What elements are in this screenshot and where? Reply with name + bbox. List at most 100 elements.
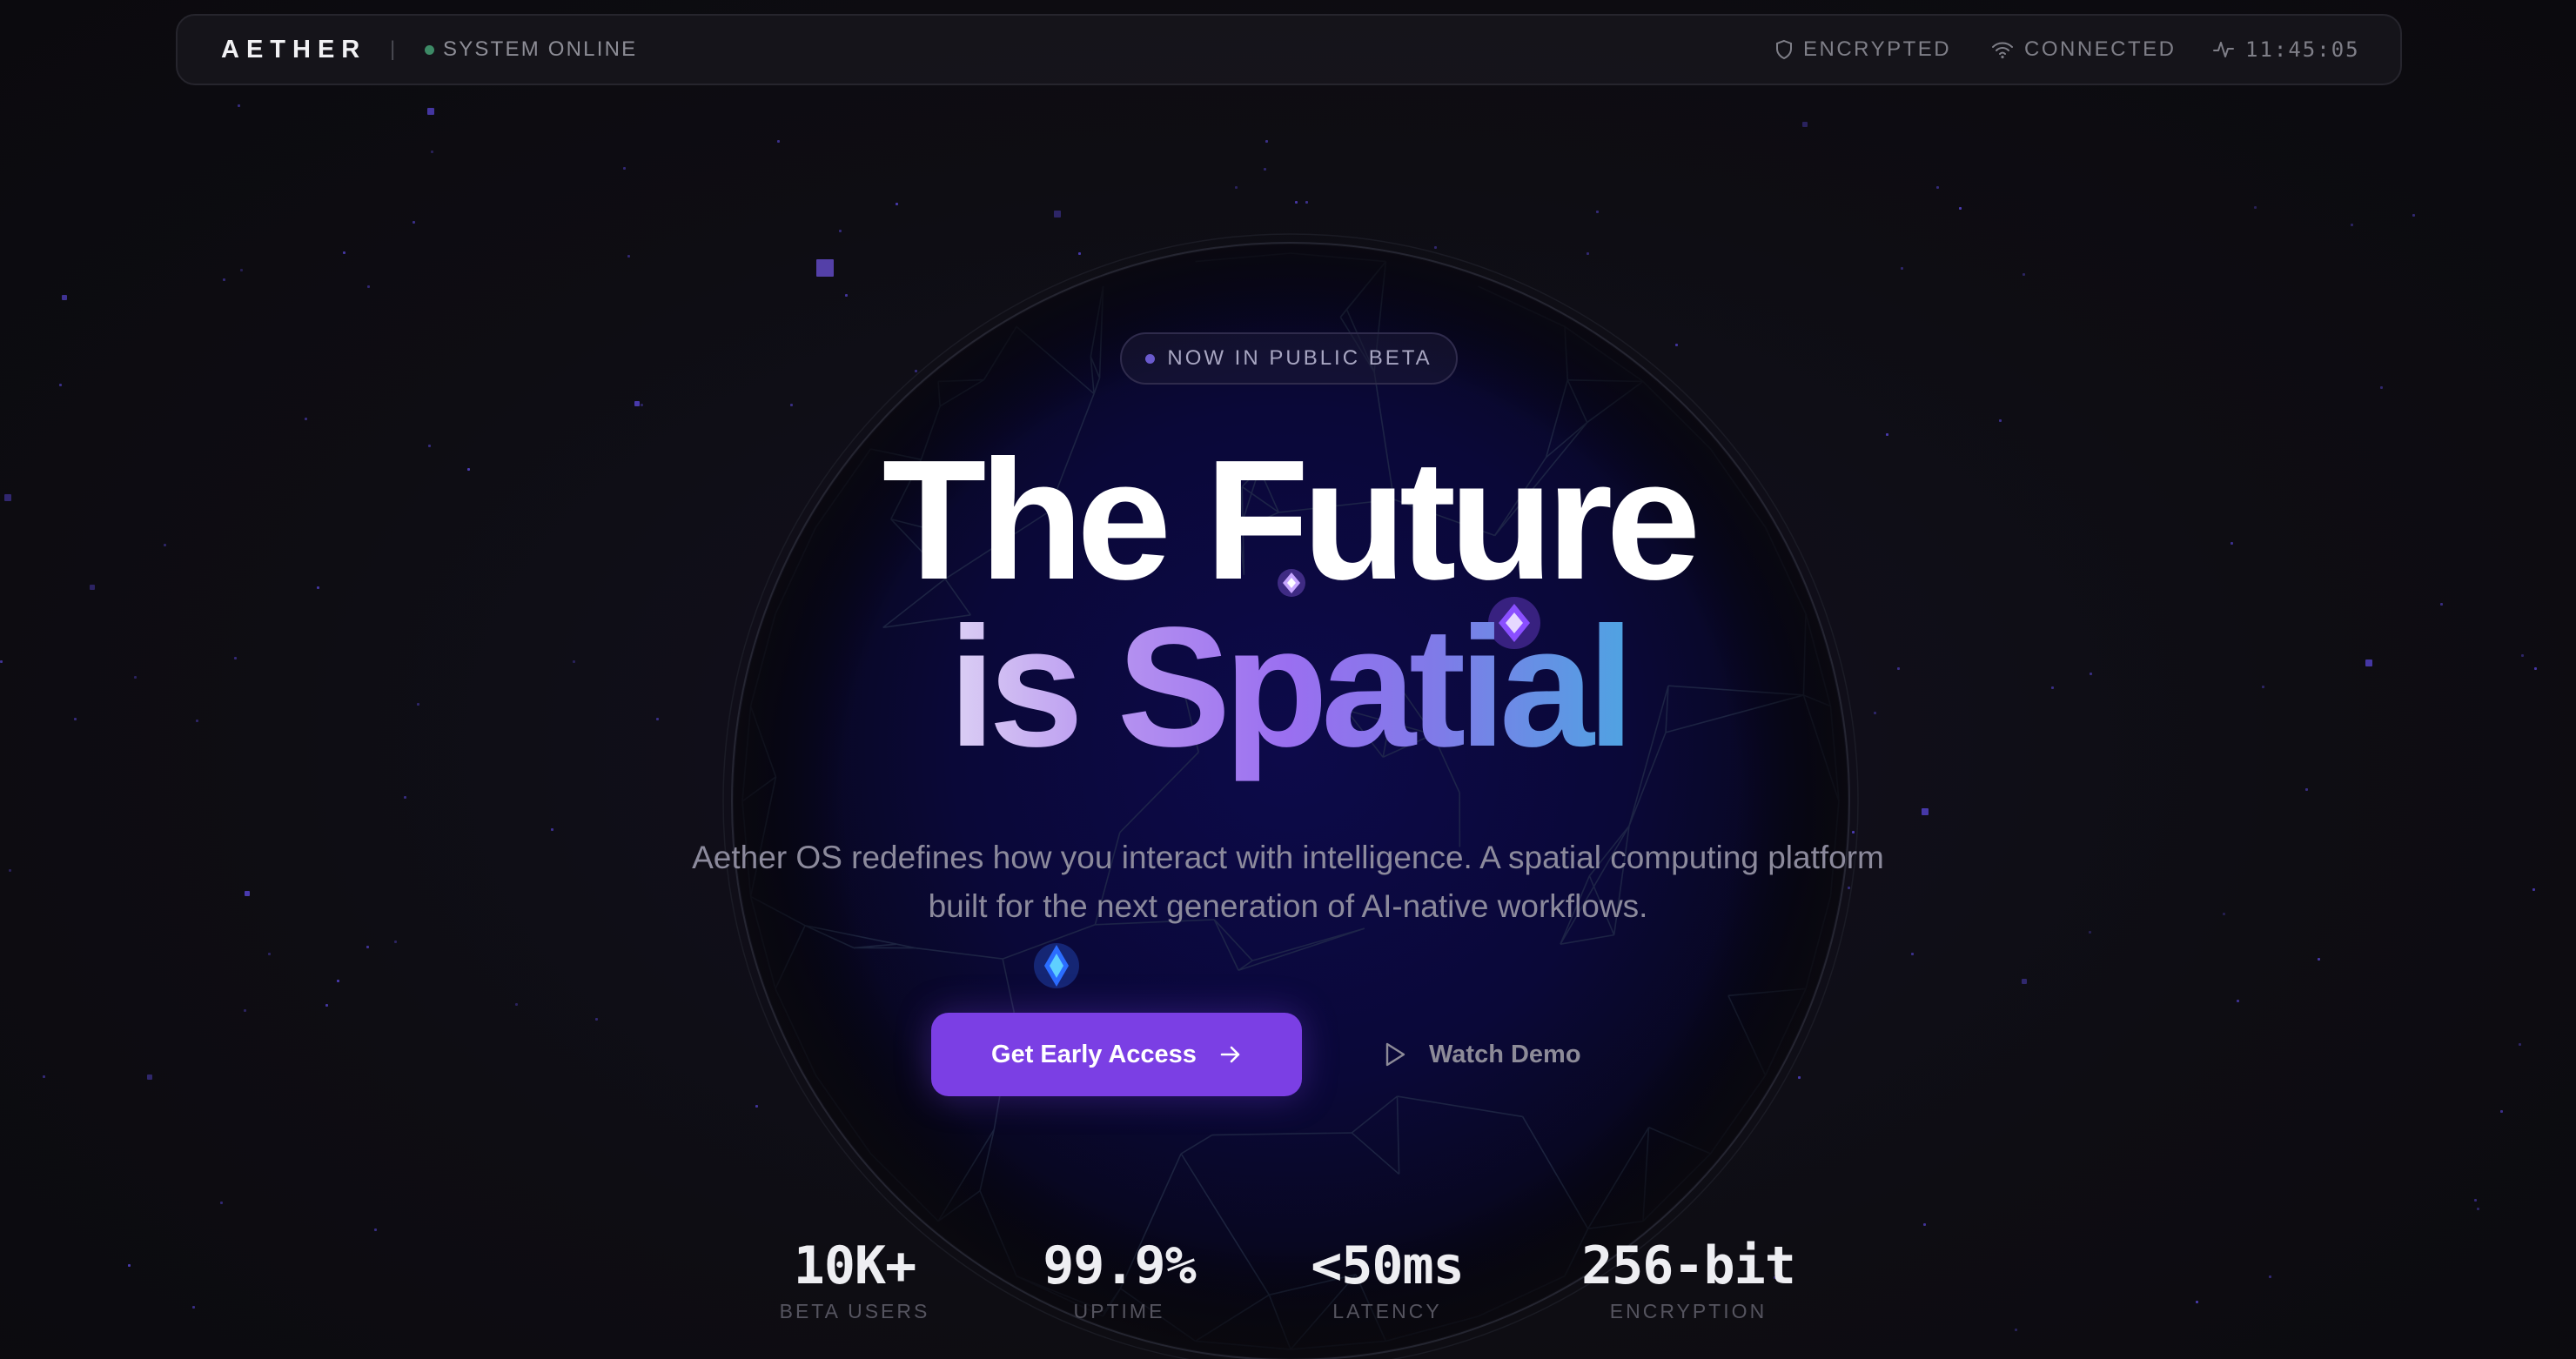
watch-demo-button[interactable]: Watch Demo	[1384, 1013, 1610, 1096]
star-particle	[427, 108, 434, 115]
star-particle	[1264, 168, 1266, 171]
stat-value: 10K+	[793, 1235, 917, 1296]
watch-demo-label: Watch Demo	[1429, 1040, 1581, 1068]
star-particle	[404, 796, 406, 799]
wireframe-globe	[722, 233, 1859, 1359]
arrow-right-icon	[1220, 1046, 1240, 1063]
star-particle	[366, 946, 369, 948]
brand-logo[interactable]: AETHER	[221, 36, 366, 64]
star-particle	[2237, 1000, 2239, 1002]
star-particle	[59, 384, 62, 386]
star-particle	[147, 1074, 152, 1080]
star-particle	[2022, 979, 2027, 984]
star-particle	[245, 891, 250, 896]
connected-label: CONNECTED	[2024, 37, 2177, 61]
star-particle	[374, 1228, 377, 1231]
star-particle	[2318, 958, 2320, 961]
stat-encryption: 256-bit ENCRYPTION	[1558, 1234, 1819, 1323]
star-particle	[896, 203, 898, 205]
top-status-bar: AETHER | SYSTEM ONLINE ENCRYPTED CONNECT…	[176, 14, 2402, 85]
star-particle	[2477, 1208, 2479, 1210]
star-particle	[2500, 1110, 2503, 1113]
connected-status: CONNECTED	[1991, 37, 2177, 62]
system-clock: 11:45:05	[2212, 37, 2360, 62]
star-particle	[623, 167, 626, 170]
star-particle	[1923, 1223, 1926, 1226]
stat-label: LATENCY	[1332, 1300, 1442, 1322]
star-particle	[223, 278, 225, 281]
public-beta-badge[interactable]: NOW IN PUBLIC BETA	[1120, 332, 1458, 385]
star-particle	[325, 1004, 328, 1007]
star-particle	[1802, 122, 1808, 127]
star-particle	[128, 1264, 131, 1267]
star-particle	[9, 869, 11, 872]
star-particle	[343, 251, 345, 254]
headline-line-1: The Future	[882, 425, 1701, 615]
star-particle	[2269, 1275, 2271, 1278]
system-status-label: SYSTEM ONLINE	[443, 37, 638, 61]
badge-dot-icon	[1145, 353, 1156, 364]
star-particle	[2223, 913, 2225, 915]
star-particle	[268, 953, 271, 955]
shield-icon	[1776, 39, 1792, 60]
clock-value: 11:45:05	[2245, 37, 2360, 62]
wifi-icon	[1992, 42, 2013, 59]
star-particle	[394, 941, 397, 943]
star-particle	[2254, 206, 2257, 209]
star-particle	[1265, 140, 1268, 143]
star-particle	[515, 1003, 518, 1006]
star-particle	[220, 1202, 223, 1204]
star-particle	[413, 221, 415, 224]
star-particle	[2351, 224, 2353, 226]
star-particle	[2023, 273, 2025, 276]
star-particle	[1999, 419, 2002, 422]
star-particle	[1922, 808, 1929, 815]
badge-label: NOW IN PUBLIC BETA	[1167, 346, 1432, 370]
headline-line-2: is Spatial	[0, 600, 2576, 774]
star-particle	[2380, 386, 2383, 389]
star-particle	[1596, 211, 1599, 213]
star-particle	[634, 401, 640, 406]
star-particle	[1901, 267, 1903, 270]
star-particle	[337, 980, 339, 982]
stat-value: <50ms	[1311, 1235, 1465, 1296]
star-particle	[2305, 788, 2308, 791]
stat-label: ENCRYPTION	[1609, 1300, 1768, 1322]
star-particle	[431, 151, 433, 153]
star-particle	[1235, 186, 1238, 189]
star-particle	[1911, 953, 1914, 955]
star-particle	[641, 404, 643, 406]
headline-gradient-text: is Spatial	[948, 592, 1635, 782]
star-particle	[1936, 186, 1939, 189]
stat-uptime: 99.9% UPTIME	[1030, 1234, 1208, 1323]
star-particle	[1959, 207, 1962, 210]
encrypted-label: ENCRYPTED	[1803, 37, 1952, 61]
stat-beta-users: 10K+ BETA USERS	[766, 1234, 943, 1323]
star-particle	[2412, 214, 2415, 217]
get-early-access-button[interactable]: Get Early Access	[931, 1013, 1302, 1096]
star-particle	[192, 1306, 195, 1309]
star-particle	[2519, 1043, 2521, 1046]
star-particle	[627, 255, 630, 258]
star-particle	[62, 295, 67, 300]
stat-value: 256-bit	[1581, 1235, 1796, 1296]
activity-icon	[2213, 42, 2234, 57]
star-particle	[305, 418, 307, 420]
divider: |	[390, 37, 396, 61]
stat-latency: <50ms LATENCY	[1297, 1234, 1478, 1323]
star-particle	[1054, 211, 1061, 218]
star-particle	[240, 269, 243, 271]
star-particle	[1305, 201, 1308, 204]
encrypted-status: ENCRYPTED	[1775, 37, 1951, 62]
star-particle	[367, 285, 370, 288]
play-icon	[1385, 1042, 1405, 1067]
hero-page: AETHER | SYSTEM ONLINE ENCRYPTED CONNECT…	[0, 0, 2576, 1359]
star-particle	[2532, 888, 2535, 891]
cta-label: Get Early Access	[991, 1040, 1197, 1068]
star-particle	[244, 1009, 246, 1012]
status-dot-icon	[425, 44, 434, 55]
star-particle	[595, 1018, 598, 1021]
stat-value: 99.9%	[1043, 1235, 1197, 1296]
system-status: SYSTEM ONLINE	[425, 37, 637, 62]
star-particle	[2015, 1329, 2017, 1331]
